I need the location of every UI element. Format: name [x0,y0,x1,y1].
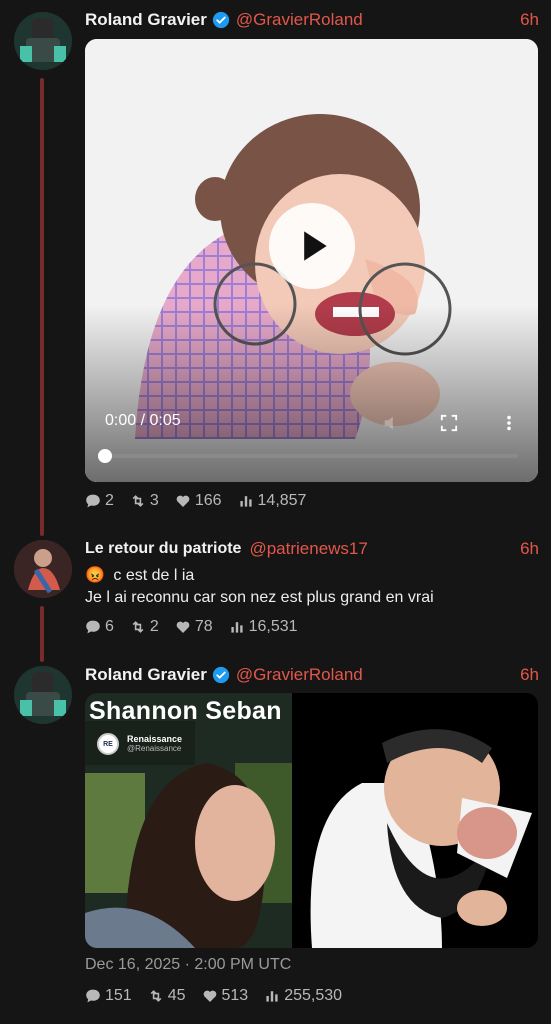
like-button[interactable]: 166 [175,492,222,510]
angry-emoji: 😡 [85,567,105,584]
repost-button[interactable]: 2 [130,618,159,636]
heart-icon [176,621,190,633]
play-icon[interactable] [268,202,356,290]
post-time[interactable]: 6h [520,539,539,559]
cartoon-panel [292,693,538,948]
post-header: Roland Gravier @GravierRoland 6h [85,663,539,687]
thread-line [40,78,44,536]
views-stat[interactable]: 255,530 [264,987,342,1005]
repost-button[interactable]: 45 [148,987,186,1005]
author-handle[interactable]: @GravierRoland [236,10,363,30]
repost-count: 45 [167,987,186,1004]
author-name[interactable]: Le retour du patriote [85,540,241,558]
post-header: Le retour du patriote @patrienews17 6h [85,537,539,561]
views-count: 14,857 [257,492,307,509]
verified-badge-icon [212,11,229,29]
views-chart-icon [231,622,243,633]
more-vertical-icon[interactable] [500,414,518,432]
post-text: c est de l ia [113,567,195,584]
views-stat[interactable]: 14,857 [238,492,307,510]
thread-line [40,606,44,662]
views-count: 255,530 [284,987,343,1004]
embed-account-name: Renaissance [127,734,183,744]
repost-button[interactable]: 3 [130,492,159,510]
post-date[interactable]: Dec 16, 2025 · 2:00 PM UTC [85,956,291,974]
verified-badge-icon [212,666,229,684]
video-player[interactable]: 0:00 / 0:05 [85,39,538,482]
repost-count: 2 [149,618,159,635]
avatar[interactable] [14,12,72,70]
reply-button[interactable]: 151 [85,987,132,1005]
post-stats: 6 2 78 16,531 [85,618,314,636]
video-time: 0:00 / 0:05 [105,412,181,429]
post-text-line-1: 😡 c est de l ia [85,565,194,585]
post-time[interactable]: 6h [520,665,539,685]
heart-icon [203,990,216,1002]
fullscreen-icon[interactable] [440,414,458,432]
author-handle[interactable]: @patrienews17 [249,539,367,559]
reply-button[interactable]: 2 [85,492,114,510]
views-stat[interactable]: 16,531 [229,618,298,636]
video-progress-bar[interactable] [98,449,518,463]
like-button[interactable]: 513 [202,987,249,1005]
reply-button[interactable]: 6 [85,618,114,636]
post-time[interactable]: 6h [520,10,539,30]
embed-account-handle: @Renaissance [127,744,182,753]
avatar[interactable] [14,666,72,724]
repost-icon [150,990,162,1002]
like-button[interactable]: 78 [175,618,213,636]
post-stats: 151 45 513 255,530 [85,987,358,1005]
like-count: 78 [194,618,213,635]
repost-icon [132,621,144,633]
repost-count: 3 [149,492,159,509]
comment-icon [86,620,100,634]
comment-icon [86,494,100,508]
repost-icon [132,495,144,507]
views-chart-icon [239,496,252,507]
post-image[interactable]: Shannon Seban RE Renaissance @Renaissanc… [85,693,538,948]
author-name[interactable]: Roland Gravier [85,10,207,30]
reply-count: 151 [105,987,132,1004]
post-header: Roland Gravier @GravierRoland 6h [85,8,539,32]
embedded-account: RE Renaissance @Renaissance [97,733,182,755]
author-handle[interactable]: @GravierRoland [236,665,363,685]
like-count: 166 [194,492,222,509]
views-chart-icon [266,991,278,1002]
avatar[interactable] [14,540,72,598]
views-count: 16,531 [248,618,298,635]
renaissance-logo: RE [97,733,119,755]
progress-knob[interactable] [98,449,112,463]
photo-panel [85,693,292,948]
comment-icon [86,989,100,1003]
reply-count: 6 [105,618,114,635]
reply-count: 2 [105,492,114,509]
like-count: 513 [221,987,249,1004]
mute-icon[interactable] [382,414,400,432]
heart-icon [176,495,190,507]
post-text-line-2: Je l ai reconnu car son nez est plus gra… [85,589,434,606]
post-stats: 2 3 166 14,857 [85,492,322,510]
author-name[interactable]: Roland Gravier [85,665,207,685]
image-caption: Shannon Seban [89,697,282,725]
